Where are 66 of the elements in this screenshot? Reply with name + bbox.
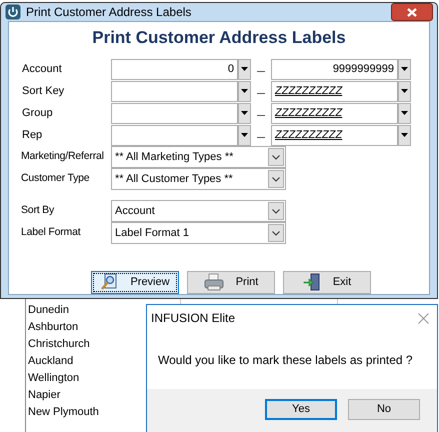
list-item[interactable]: Ashburton (28, 319, 99, 336)
window-title: Print Customer Address Labels (26, 4, 192, 21)
input-field[interactable]: 9999999999 (271, 58, 398, 80)
input-field[interactable]: ZZZZZZZZZZ (271, 124, 398, 146)
caret-icon (241, 111, 248, 115)
dropdown-button[interactable] (398, 80, 411, 102)
input-field[interactable] (111, 124, 238, 146)
dropdown-field[interactable]: ** All Marketing Types ** (111, 146, 286, 168)
caret-icon (241, 133, 248, 137)
range-dash (257, 136, 265, 138)
close-icon (407, 8, 417, 16)
dialog-message: Would you like to mark these labels as printed ? (158, 352, 413, 369)
dialog-title: INFUSION Elite (151, 310, 236, 327)
chevron-icon (268, 224, 284, 242)
field-label: Group (21, 106, 54, 121)
dropdown-button[interactable] (398, 58, 411, 80)
dialog-button[interactable]: Yes (265, 399, 337, 420)
print-button[interactable]: Print (187, 270, 275, 294)
range-dash (257, 114, 265, 116)
field-label: Sort Key (21, 84, 66, 99)
dropdown-field[interactable]: Label Format 1 (111, 222, 286, 244)
range-dash (257, 92, 265, 94)
printer-icon (204, 273, 224, 291)
range-dash (257, 70, 265, 72)
preview-button[interactable]: Preview (91, 270, 179, 294)
field-label: Account (21, 62, 63, 77)
input-field[interactable]: 0 (111, 58, 238, 80)
list-item[interactable]: Christchurch (28, 336, 99, 353)
close-button[interactable] (391, 3, 433, 21)
list-item[interactable]: Wellington (28, 370, 99, 387)
dropdown-button[interactable] (238, 80, 251, 102)
chevron-icon (268, 148, 284, 166)
field-label: Marketing/Referral (20, 149, 105, 164)
list-item[interactable]: Napier (28, 387, 99, 404)
input-field[interactable]: ZZZZZZZZZZ (271, 80, 398, 102)
caret-icon (241, 67, 248, 71)
dialog-button[interactable]: No (348, 399, 420, 420)
list-item[interactable]: New Plymouth (28, 404, 99, 421)
input-field[interactable] (111, 102, 238, 124)
caret-icon (401, 89, 408, 93)
form-heading: Print Customer Address Labels (91, 27, 347, 49)
chevron-icon (268, 170, 284, 188)
caret-icon (401, 67, 408, 71)
exit-button[interactable]: Exit (283, 270, 371, 294)
field-label: Label Format (20, 225, 82, 240)
dropdown-button[interactable] (238, 58, 251, 80)
dropdown-field[interactable]: Account (111, 200, 286, 222)
field-label: Sort By (20, 203, 56, 218)
list-item[interactable]: Auckland (28, 353, 99, 370)
dropdown-button[interactable] (398, 102, 411, 124)
list-item[interactable]: Dunedin (28, 302, 99, 319)
caret-icon (401, 111, 408, 115)
input-field[interactable] (111, 80, 238, 102)
exit-door-icon (302, 273, 321, 291)
magnifier-icon (100, 273, 118, 291)
field-label: Customer Type (20, 171, 90, 186)
input-field[interactable]: ZZZZZZZZZZ (271, 102, 398, 124)
chevron-icon (268, 202, 284, 220)
close-icon[interactable] (418, 312, 429, 324)
field-label: Rep (21, 128, 44, 143)
dropdown-button[interactable] (398, 124, 411, 146)
caret-icon (241, 89, 248, 93)
dropdown-button[interactable] (238, 124, 251, 146)
caret-icon (401, 133, 408, 137)
dropdown-button[interactable] (238, 102, 251, 124)
dropdown-field[interactable]: ** All Customer Types ** (111, 168, 286, 190)
